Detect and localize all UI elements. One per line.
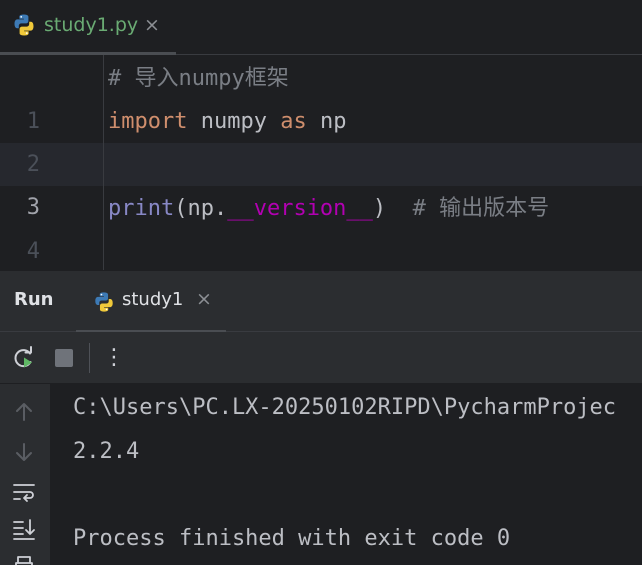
code-text: np bbox=[306, 109, 347, 134]
pycharm-window: study1.py × 1 # 导入numpy框架 2 import numpy… bbox=[0, 0, 642, 565]
code-line-4[interactable]: 4 print(np.__version__) # 输出版本号 bbox=[0, 187, 642, 264]
close-tab-icon[interactable]: × bbox=[144, 12, 160, 38]
editor-tab-bar: study1.py × bbox=[0, 0, 642, 56]
editor-tab-label: study1.py bbox=[44, 14, 139, 36]
close-run-tab-icon[interactable]: × bbox=[196, 288, 212, 310]
code-text: numpy bbox=[187, 109, 281, 134]
code-text: (np. bbox=[174, 196, 228, 221]
code-line-3[interactable]: 3 bbox=[0, 143, 642, 220]
code-line-2[interactable]: 2 import numpy as np bbox=[0, 100, 642, 177]
code-line-1[interactable]: 1 # 导入numpy框架 bbox=[0, 57, 642, 134]
code-comment: # 输出版本号 bbox=[412, 196, 550, 221]
code-text: ) bbox=[372, 196, 387, 221]
console-side-toolbar bbox=[0, 384, 50, 565]
print-icon[interactable] bbox=[12, 554, 36, 565]
dunder-version: __version__ bbox=[227, 196, 373, 221]
more-vertical-icon[interactable]: ⋮ bbox=[103, 343, 125, 373]
run-tab-label: study1 bbox=[122, 289, 184, 310]
builtin-print: print bbox=[108, 196, 175, 221]
console-line: C:\Users\PC.LX-20250102RIPD\PycharmProje… bbox=[73, 395, 617, 420]
arrow-down-icon[interactable] bbox=[12, 440, 36, 464]
console-output[interactable]: C:\Users\PC.LX-20250102RIPD\PycharmProje… bbox=[50, 384, 642, 565]
run-tab-study1[interactable]: study1 × bbox=[76, 271, 226, 334]
python-icon bbox=[14, 14, 34, 36]
run-panel-header: Run study1 × bbox=[0, 270, 642, 334]
code-comment: # 导入numpy框架 bbox=[108, 66, 289, 91]
code-editor[interactable]: 1 # 导入numpy框架 2 import numpy as np 3 4 p… bbox=[0, 55, 642, 270]
arrow-up-icon[interactable] bbox=[12, 400, 36, 424]
soft-wrap-icon[interactable] bbox=[12, 480, 36, 504]
run-toolbar: ⋮ bbox=[0, 332, 642, 384]
scroll-to-end-icon[interactable] bbox=[12, 517, 36, 541]
stop-icon[interactable] bbox=[51, 345, 77, 371]
console-line: Process finished with exit code 0 bbox=[73, 526, 511, 551]
run-panel-title: Run bbox=[14, 289, 54, 310]
rerun-icon[interactable] bbox=[11, 345, 37, 371]
python-icon bbox=[95, 292, 113, 312]
console-line: 2.2.4 bbox=[73, 439, 140, 464]
keyword-as: as bbox=[280, 109, 307, 134]
line-number: 4 bbox=[26, 239, 40, 264]
keyword-import: import bbox=[108, 109, 188, 134]
toolbar-separator bbox=[89, 343, 90, 373]
editor-tab-study1[interactable]: study1.py × bbox=[0, 0, 176, 56]
